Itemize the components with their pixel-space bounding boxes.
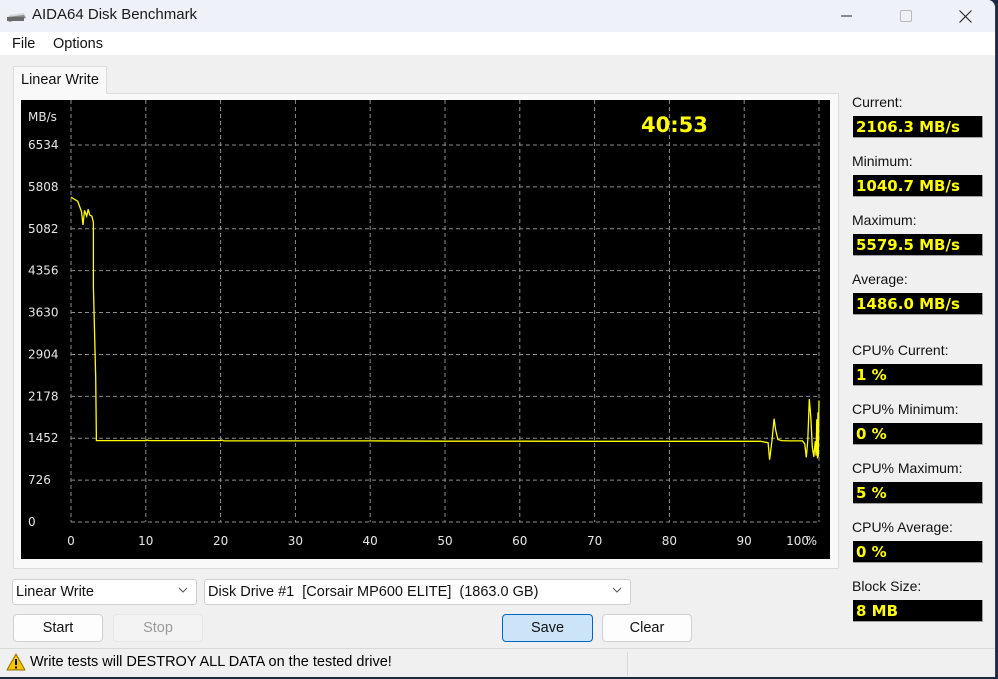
chevron-down-icon — [178, 587, 188, 593]
average-value: 1486.0 MB/s — [853, 293, 983, 315]
y-tick-label: 726 — [28, 473, 51, 487]
minimize-button[interactable] — [824, 0, 870, 32]
save-button[interactable]: Save — [502, 614, 593, 642]
y-tick-label: 5808 — [28, 180, 59, 194]
chart-svg: 0 726 1452 2178 2904 3630 4356 5082 5808 6534 0 10 2… — [28, 100, 820, 548]
stop-button[interactable]: Stop — [113, 614, 203, 642]
clear-button[interactable]: Clear — [602, 614, 692, 642]
x-tick-label: 0 — [67, 534, 75, 548]
y-tick-label: 3630 — [28, 306, 59, 320]
x-tick-label: 30 — [288, 534, 303, 548]
x-unit-label: % — [806, 534, 817, 548]
x-tick-label: 50 — [437, 534, 452, 548]
maximize-icon — [900, 10, 912, 22]
y-tick-label: 2904 — [28, 347, 59, 361]
x-tick-label: 70 — [587, 534, 602, 548]
drive-select[interactable]: Disk Drive #1 [Corsair MP600 ELITE] (186… — [204, 579, 631, 605]
cpu-average-label: CPU% Average: — [852, 519, 953, 535]
warning-icon — [6, 653, 26, 671]
tab-linear-write[interactable]: Linear Write — [13, 66, 107, 94]
test-type-value: Linear Write — [16, 584, 94, 600]
elapsed-time: 40:53 — [641, 113, 708, 137]
x-tick-label: 20 — [213, 534, 228, 548]
y-tick-label: 5082 — [28, 222, 59, 236]
menu-bar: File Options — [0, 32, 995, 55]
y-axis-label: MB/s — [28, 110, 57, 124]
menu-file[interactable]: File — [12, 36, 35, 52]
title-bar[interactable]: AIDA64 Disk Benchmark — [0, 0, 995, 32]
cpu-maximum-value: 5 % — [853, 482, 983, 504]
y-tick-label: 2178 — [28, 389, 59, 403]
minimize-icon — [841, 15, 852, 17]
x-tick-label: 90 — [737, 534, 752, 548]
window-title: AIDA64 Disk Benchmark — [32, 6, 198, 23]
maximum-label: Maximum: — [852, 212, 917, 228]
y-tick-label: 0 — [28, 515, 36, 529]
benchmark-chart: 0 726 1452 2178 2904 3630 4356 5082 5808 6534 0 10 2… — [21, 100, 830, 559]
cpu-current-label: CPU% Current: — [852, 342, 949, 358]
minimum-label: Minimum: — [852, 153, 913, 169]
x-tick-label: 80 — [662, 534, 677, 548]
average-label: Average: — [852, 271, 908, 287]
disk-drive-icon — [7, 13, 26, 22]
drive-value: Disk Drive #1 [Corsair MP600 ELITE] (186… — [208, 584, 539, 600]
x-tick-label: 60 — [512, 534, 527, 548]
app-window: AIDA64 Disk Benchmark File Options Linea… — [0, 0, 996, 677]
current-value: 2106.3 MB/s — [853, 116, 983, 138]
menu-options[interactable]: Options — [53, 36, 103, 52]
cpu-minimum-label: CPU% Minimum: — [852, 401, 959, 417]
cpu-average-value: 0 % — [853, 541, 983, 563]
cpu-current-value: 1 % — [853, 364, 983, 386]
x-tick-label: 40 — [363, 534, 378, 548]
block-size-label: Block Size: — [852, 578, 922, 594]
block-size-value: 8 MB — [853, 600, 983, 622]
cpu-minimum-value: 0 % — [853, 423, 983, 445]
x-tick-label: 10 — [138, 534, 153, 548]
chevron-down-icon — [612, 587, 622, 593]
status-separator — [627, 652, 628, 676]
maximize-button[interactable] — [883, 0, 929, 32]
minimum-value: 1040.7 MB/s — [853, 175, 983, 197]
start-button[interactable]: Start — [13, 614, 103, 642]
y-tick-label: 6534 — [28, 138, 59, 152]
maximum-value: 5579.5 MB/s — [853, 234, 983, 256]
current-label: Current: — [852, 94, 903, 110]
cpu-maximum-label: CPU% Maximum: — [852, 460, 963, 476]
status-bar: Write tests will DESTROY ALL DATA on the… — [0, 648, 995, 677]
close-button[interactable] — [942, 0, 988, 32]
y-tick-label: 4356 — [28, 264, 59, 278]
status-warning-text: Write tests will DESTROY ALL DATA on the… — [30, 654, 392, 670]
test-type-select[interactable]: Linear Write — [12, 579, 197, 605]
y-tick-label: 1452 — [28, 431, 59, 445]
close-icon — [958, 9, 972, 23]
